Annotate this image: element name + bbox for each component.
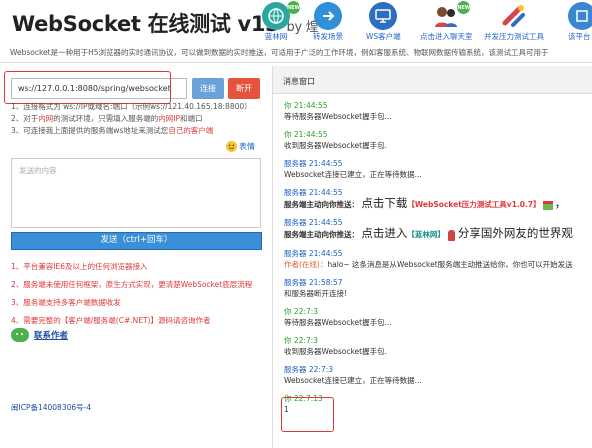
- nav-item-pressure-tool[interactable]: 并发压力测试工具: [484, 2, 544, 42]
- log-sender: 你 21:44:55: [284, 130, 328, 139]
- nav-item-bluelin[interactable]: NEW 蓝林网: [262, 1, 300, 42]
- log-message: 作者(在线)：halo~ 这条消息是从Websocket服务端主动推送给你，你也…: [284, 259, 573, 269]
- log-entry: 服务器 22:7:3 Websocket连接已建立，正在等待数据...: [284, 364, 592, 386]
- nav-item-platform[interactable]: 该平台: [568, 2, 592, 42]
- log-sender: 服务器 22:7:3: [284, 364, 334, 374]
- log-sender: 服务器 21:44:55: [284, 159, 343, 168]
- platform-icon: [568, 2, 592, 30]
- message-input[interactable]: 发送的内容: [11, 158, 261, 228]
- tip-2: 2、对于内网的测试环境，只需填入服务端的内网IP和端口: [11, 114, 203, 123]
- log-entry: 你 21:44:55 等待服务器Websocket握手包...: [284, 100, 592, 122]
- forward-icon: [314, 2, 342, 30]
- tip-1: 1、连接格式为 ws://IP或域名:端口（示例ws://121.40.165.…: [11, 102, 252, 111]
- log-sender: 你 22:7:3: [284, 306, 319, 316]
- notes-list: 1、平台兼容IE6及以上的任何浏览器接入 2、服务端未使用任何框架，原生方式实现…: [11, 258, 252, 330]
- note-item: 1、平台兼容IE6及以上的任何浏览器接入: [11, 262, 148, 271]
- tip-3: 3、可连接我上面提供的服务端ws地址来测试您自己的客户端: [11, 126, 214, 135]
- log-entry: 服务器 21:44:55 服务端主动向你推送： 点击下载【WebSocket压力…: [284, 187, 592, 210]
- connection-tips: 1、连接格式为 ws://IP或域名:端口（示例ws://121.40.165.…: [11, 101, 252, 137]
- client-icon: [369, 2, 398, 30]
- log-message: 等待服务器Websocket握手包...: [284, 317, 392, 327]
- chatroom-icon: NEW: [432, 1, 470, 30]
- disconnect-button[interactable]: 断开: [228, 78, 260, 99]
- pressure-tool-icon: [500, 2, 528, 30]
- person-icon: [447, 229, 455, 241]
- message-window-title: 消息窗口: [273, 66, 592, 94]
- emoji-label: 表情: [239, 142, 255, 151]
- note-item: 3、服务端支持多客户端数据收发: [11, 298, 121, 307]
- intro-text: Websocket是一种用于H5浏览器的实时通讯协议，可以做到数据的实时推送，可…: [10, 48, 549, 57]
- log-message: Websocket连接已建立，正在等待数据...: [284, 375, 422, 385]
- left-panel: ws://127.0.0.1:8080/spring/websocket 连接 …: [0, 66, 272, 448]
- log-message: 收到服务器Websocket握手包.: [284, 346, 387, 356]
- note-item: 2、服务端未使用任何框架，原生方式实现，更清楚WebSocket底层流程: [11, 280, 253, 289]
- nav-item-forward[interactable]: 转发场景: [313, 2, 343, 42]
- log-message: Websocket连接已建立，正在等待数据...: [284, 170, 422, 179]
- log-sender: 你 22:7:3: [284, 335, 319, 345]
- log-entry: 服务器 21:58:57 和服务器断开连接!: [284, 277, 592, 299]
- bluelin-icon: NEW: [262, 1, 300, 30]
- log-message: 收到服务器Websocket握手包.: [284, 141, 387, 150]
- gift-icon: [542, 200, 553, 210]
- contact-author-link[interactable]: 联系作者: [11, 328, 68, 342]
- log-sender: 服务器 21:44:55: [284, 248, 343, 258]
- log-message: 服务端主动向你推送： 点击下载【WebSocket压力测试工具v1.0.7】，: [284, 196, 567, 210]
- log-sender: 服务器 21:44:55: [284, 188, 343, 197]
- message-log[interactable]: 你 21:44:55 等待服务器Websocket握手包... 你 21:44:…: [284, 100, 592, 422]
- emoji-button[interactable]: 表情: [226, 141, 255, 152]
- log-entry: 服务器 21:44:55 服务端主动向你推送： 点击进入【蓝林网】 分享国外网友的…: [284, 217, 592, 241]
- log-message: 和服务器断开连接!: [284, 288, 348, 298]
- log-message: 服务端主动向你推送： 点击进入【蓝林网】 分享国外网友的世界观: [284, 226, 573, 241]
- nav-item-chatroom[interactable]: NEW 点击进入聊天室: [420, 1, 473, 42]
- highlight-url: [4, 71, 171, 104]
- log-sender: 服务器 21:58:57: [284, 277, 343, 287]
- header: WebSocket 在线测试 v13 by 煌 NEW 蓝林网 转发场景 WS客…: [0, 0, 592, 44]
- connect-button[interactable]: 连接: [192, 78, 224, 99]
- message-window: 消息窗口 你 21:44:55 等待服务器Websocket握手包... 你 2…: [273, 66, 592, 448]
- nav-item-client[interactable]: WS客户端: [366, 2, 401, 42]
- wechat-icon: [11, 328, 29, 342]
- icp-link[interactable]: 闽ICP备14008306号-4: [11, 402, 91, 413]
- log-message: 等待服务器Websocket握手包...: [284, 112, 392, 121]
- log-entry: 你 22:7:3 等待服务器Websocket握手包...: [284, 306, 592, 328]
- highlight-last-message: [281, 397, 334, 432]
- log-entry: 服务器 21:44:55 作者(在线)：halo~ 这条消息是从Websocke…: [284, 248, 592, 270]
- divider: [0, 62, 592, 63]
- log-entry: 你 22:7:3 收到服务器Websocket握手包.: [284, 335, 592, 357]
- log-sender: 你 21:44:55: [284, 101, 328, 110]
- send-button[interactable]: 发送（ctrl+回车）: [11, 232, 262, 250]
- smiley-icon: [226, 141, 237, 152]
- log-entry: 服务器 21:44:55 Websocket连接已建立，正在等待数据...: [284, 158, 592, 180]
- log-entry: 你 21:44:55 收到服务器Websocket握手包.: [284, 129, 592, 151]
